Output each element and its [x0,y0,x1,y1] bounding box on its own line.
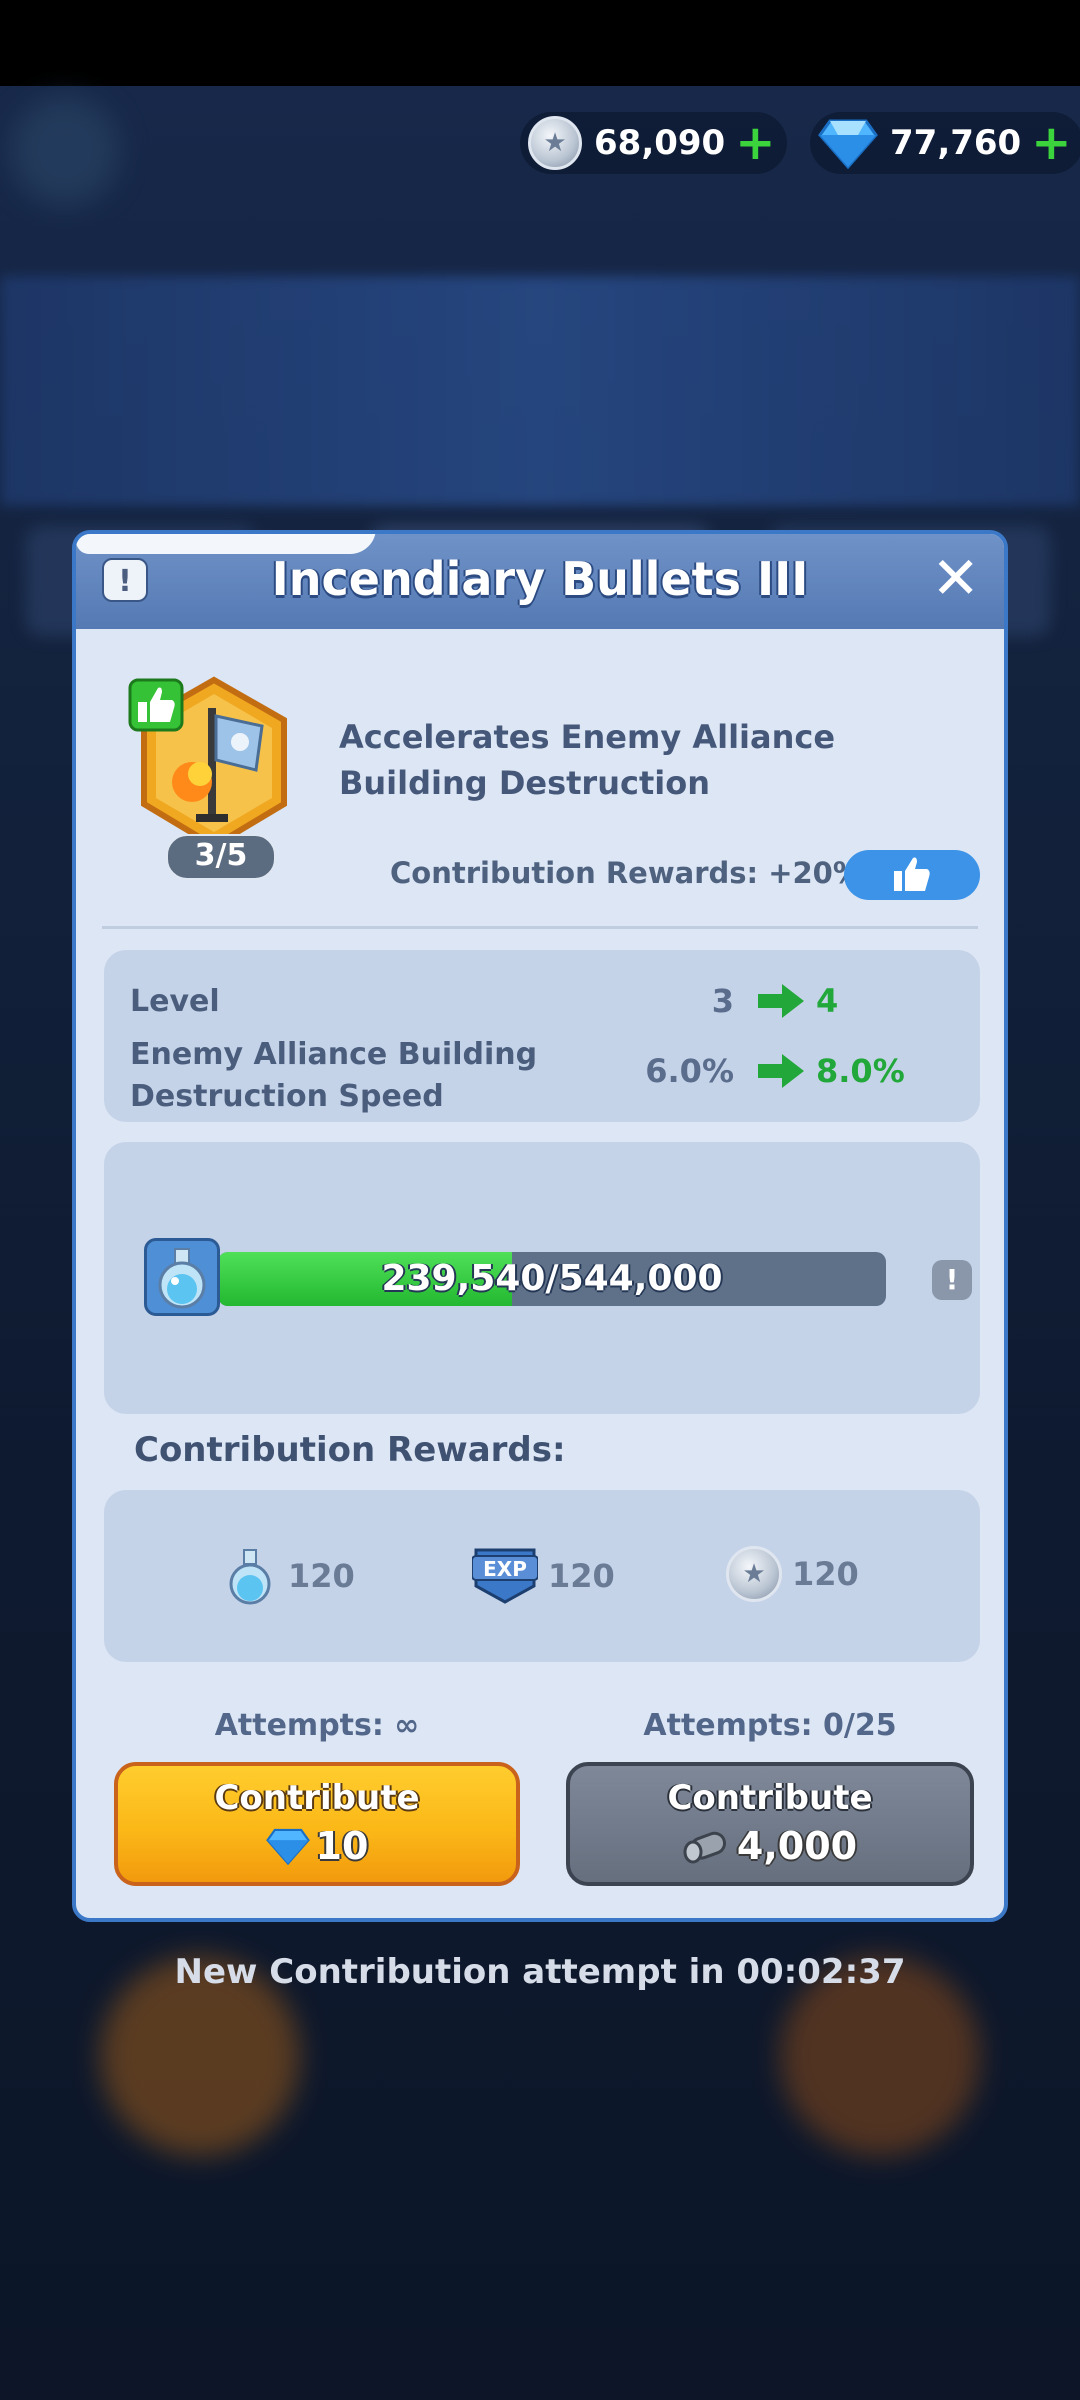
exp-label: EXP [483,1557,527,1581]
recommend-button[interactable] [844,850,980,900]
reward-potion: 120 [222,1546,355,1606]
divider [102,926,978,929]
dialog-title: Incendiary Bullets III [271,552,809,606]
add-silver-button[interactable]: + [735,119,775,167]
stat-level-current: 3 [711,982,734,1020]
background-avatar [10,96,120,206]
contribute-wood-button[interactable]: Contribute 4,000 [566,1762,974,1886]
progress-panel: 239,540/544,000 ! [104,1142,980,1414]
rewards-panel: 120 EXP 120 ★ 120 [104,1490,980,1662]
skill-description: Accelerates Enemy Alliance Building Dest… [339,718,836,802]
contribution-progress-bar: 239,540/544,000 [218,1252,886,1306]
gem-attempts-text: Attempts: ∞ [214,1708,420,1743]
skill-level-badge: 3/5 [166,834,276,880]
stat-speed-next: 8.0% [816,1052,905,1090]
arrow-right-icon [758,984,804,1018]
background-banner [0,276,1080,506]
next-attempt-timer: New Contribution attempt in 00:02:37 [174,1952,906,1992]
stat-speed-current: 6.0% [645,1052,734,1090]
wood-cost: 4,000 [736,1824,858,1868]
log-icon [683,1831,726,1864]
gem-icon [265,1828,310,1865]
potion-icon [144,1238,220,1316]
silver-coin-icon: ★ [528,116,582,170]
add-gem-button[interactable]: + [1031,119,1071,167]
silver-coin-icon: ★ [726,1546,782,1602]
stat-label-destruction-speed: Enemy Alliance Building Destruction Spee… [130,1037,538,1114]
gem-currency-display[interactable]: 77,760 + [810,112,1080,174]
contribution-bonus-text: Contribution Rewards: +20% [390,856,862,890]
reward-potion-amount: 120 [288,1557,355,1595]
stat-level-next: 4 [816,982,839,1020]
contribute-label: Contribute [214,1778,420,1818]
arrow-right-icon [758,1054,804,1088]
exp-icon: EXP [472,1548,538,1604]
rewards-title: Contribution Rewards: [134,1430,566,1470]
contribute-label: Contribute [667,1778,873,1818]
progress-info-button[interactable]: ! [932,1260,972,1300]
skill-contribution-dialog: ! Incendiary Bullets III ✕ 3/5 Accelerat… [72,530,1008,1922]
snow-decoration [76,534,376,554]
thumbs-up-icon [894,857,930,891]
reward-silver-amount: 120 [792,1555,859,1593]
progress-text: 239,540/544,000 [381,1258,723,1299]
potion-icon [229,1549,271,1605]
gem-icon [818,116,878,170]
gem-amount: 77,760 [890,123,1022,163]
status-bar [0,0,1080,86]
contribute-gems-button[interactable]: Contribute 10 [114,1762,520,1886]
reward-exp: EXP 120 [472,1546,615,1606]
thumbs-up-badge-icon [128,678,184,732]
stats-panel: Level 3 4 Enemy Alliance Building Destru… [104,950,980,1122]
gem-cost: 10 [315,1824,369,1868]
silver-currency-display[interactable]: ★ 68,090 + [520,112,788,174]
reward-exp-amount: 120 [548,1557,615,1595]
stat-label-level: Level [130,984,220,1019]
silver-amount: 68,090 [594,123,726,163]
reward-silver: ★ 120 [726,1546,859,1602]
dialog-header: ! Incendiary Bullets III ✕ [76,534,1004,629]
wood-attempts-text: Attempts: 0/25 [643,1708,897,1743]
close-button[interactable]: ✕ [931,548,980,608]
